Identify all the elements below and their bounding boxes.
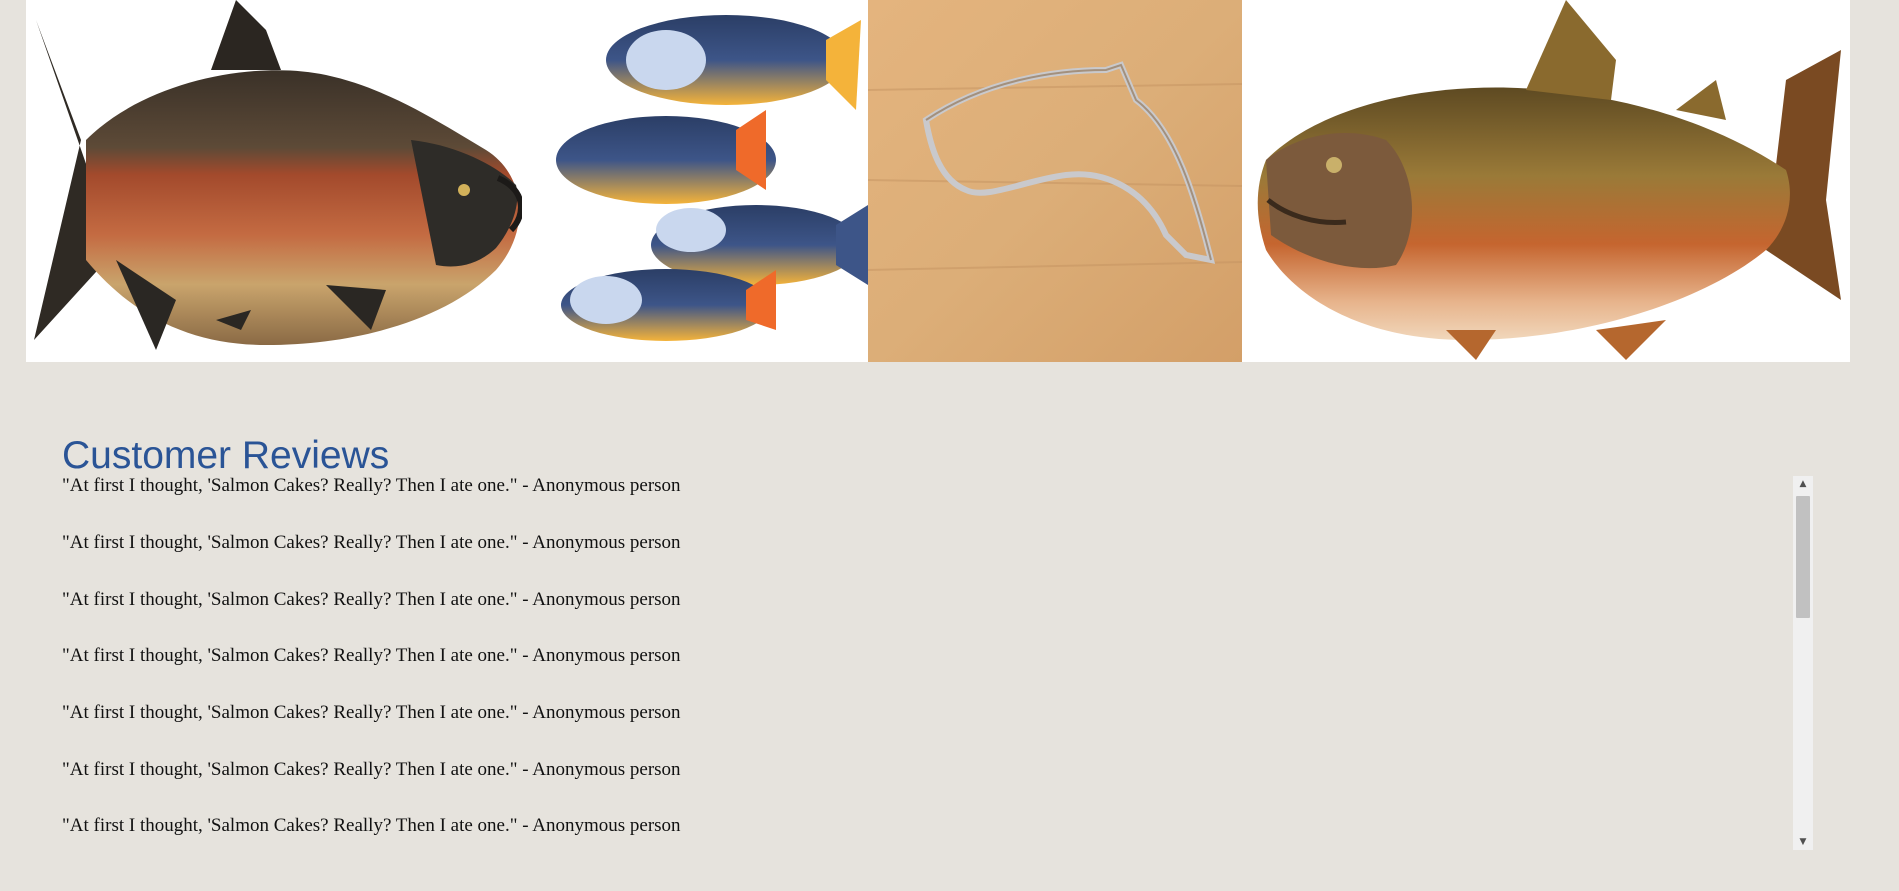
customer-reviews-title: Customer Reviews	[62, 434, 390, 477]
review-item: "At first I thought, 'Salmon Cakes? Real…	[62, 475, 681, 496]
arrow-down-icon[interactable]: ▼	[1793, 834, 1813, 850]
scrollbar-thumb[interactable]	[1796, 496, 1810, 618]
review-item: "At first I thought, 'Salmon Cakes? Real…	[62, 589, 681, 610]
review-item: "At first I thought, 'Salmon Cakes? Real…	[62, 645, 681, 666]
reviews-scrollbar[interactable]: ▲ ▼	[1793, 476, 1813, 850]
painted-fish-cookies-image	[522, 0, 868, 362]
sockeye-salmon-image	[26, 0, 524, 362]
arrow-up-icon[interactable]: ▲	[1793, 476, 1813, 492]
review-item: "At first I thought, 'Salmon Cakes? Real…	[62, 702, 681, 723]
banner	[26, 0, 1850, 362]
chinook-salmon-image	[1242, 0, 1850, 362]
review-item: "At first I thought, 'Salmon Cakes? Real…	[62, 532, 681, 553]
reviews-scroll-area[interactable]: "At first I thought, 'Salmon Cakes? Real…	[62, 474, 1814, 850]
fish-cookie-cutter-image	[867, 0, 1243, 362]
review-item: "At first I thought, 'Salmon Cakes? Real…	[62, 759, 681, 780]
review-item: "At first I thought, 'Salmon Cakes? Real…	[62, 815, 681, 836]
